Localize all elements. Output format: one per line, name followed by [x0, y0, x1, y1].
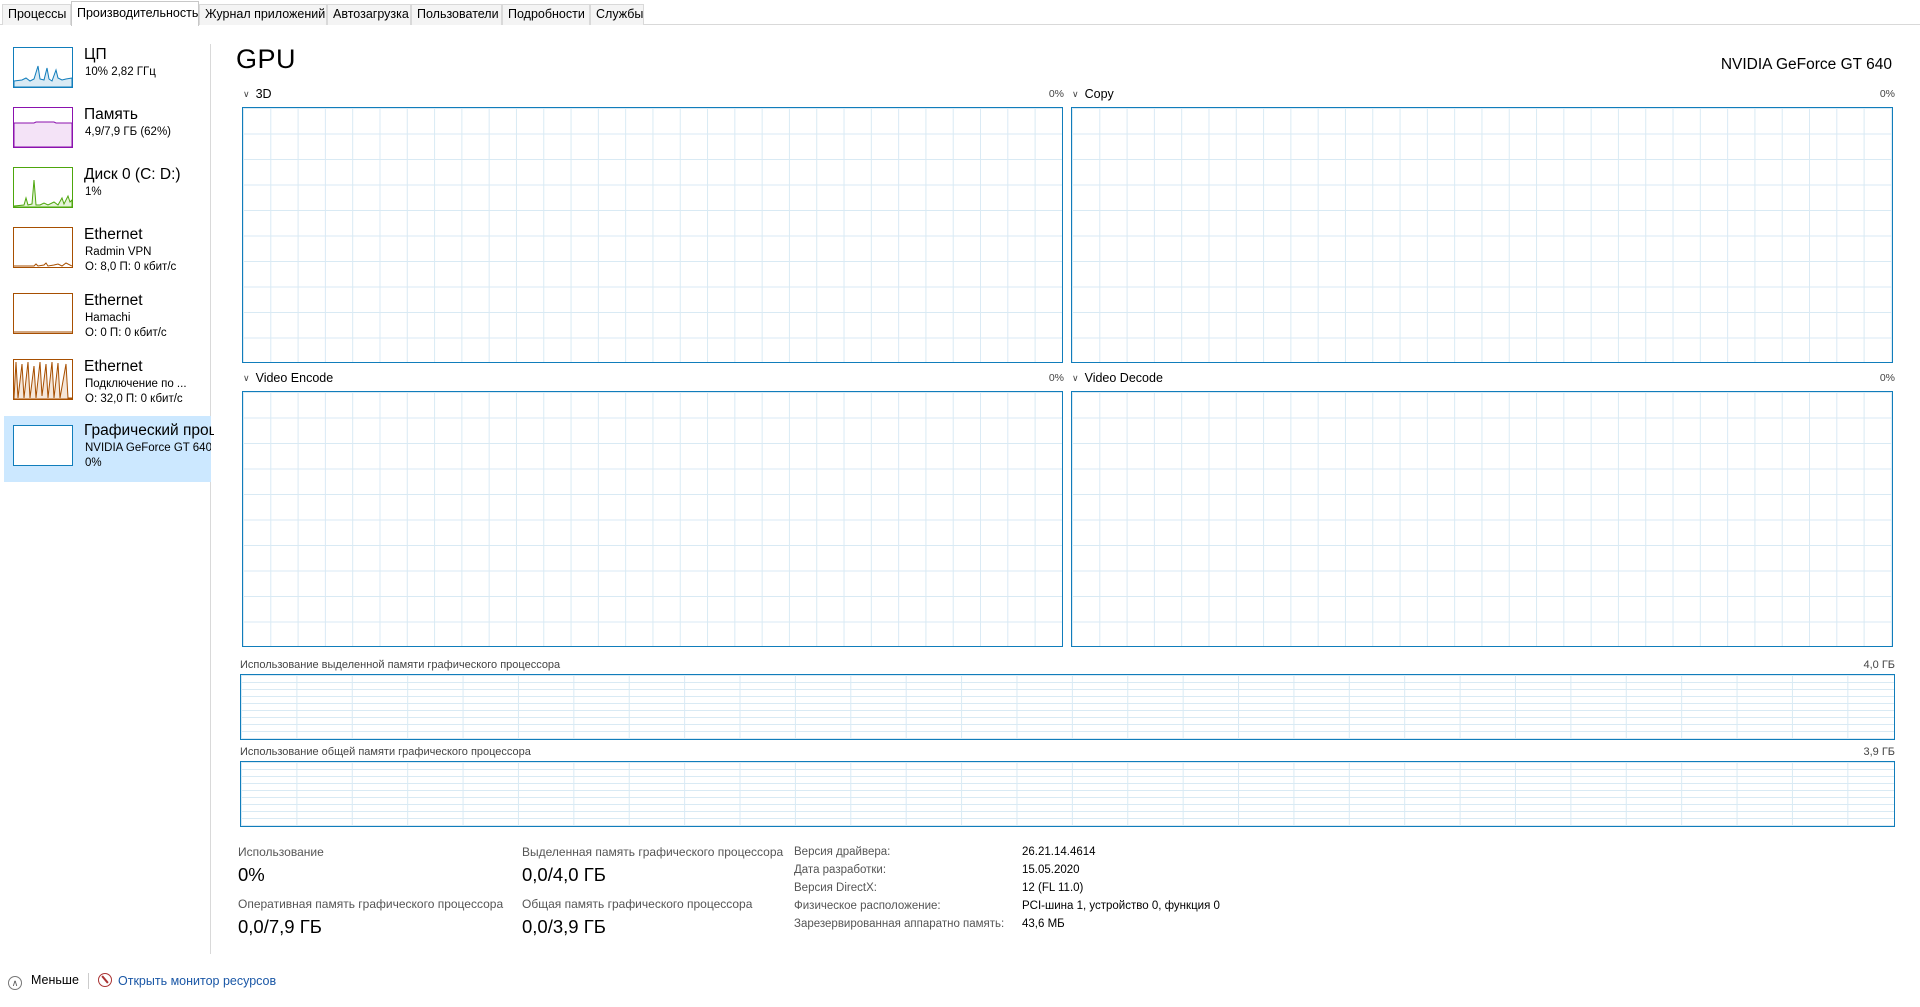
- tab-bar: Процессы Производительность Журнал прило…: [0, 0, 1920, 26]
- gpu-ram-value: 0,0/7,9 ГБ: [238, 916, 322, 937]
- gpu-ram-label: Оперативная память графического процессо…: [238, 897, 504, 911]
- fewer-details-button[interactable]: ∧ Меньше: [8, 973, 79, 990]
- sidebar-item-memory[interactable]: Память 4,9/7,9 ГБ (62%): [4, 104, 211, 164]
- sidebar-item-disk[interactable]: Диск 0 (C: D:) 1%: [4, 164, 211, 224]
- driver-date-label: Дата разработки:: [794, 864, 887, 876]
- resource-monitor-label: Открыть монитор ресурсов: [118, 974, 277, 988]
- cpu-graph-thumbnail: [13, 47, 73, 88]
- sidebar-item-adapter: Подключение по ...: [85, 378, 187, 390]
- sidebar-item-title: Ethernet: [84, 292, 143, 309]
- sidebar-item-detail: 1%: [85, 186, 102, 198]
- chevron-up-icon: ∧: [8, 976, 22, 990]
- driver-version-label: Версия драйвера:: [794, 846, 891, 858]
- tab-app-history[interactable]: Журнал приложений: [199, 4, 327, 25]
- page-title: GPU: [236, 44, 297, 74]
- sidebar-item-throughput: О: 32,0 П: 0 кбит/с: [85, 393, 183, 405]
- tab-services[interactable]: Службы: [590, 4, 644, 25]
- sidebar-item-throughput: О: 8,0 П: 0 кбит/с: [85, 261, 177, 273]
- sidebar-item-title: ЦП: [84, 46, 107, 63]
- physical-location-value: PCI-шина 1, устройство 0, функция 0: [1022, 900, 1220, 912]
- ethernet-graph-thumbnail: [13, 359, 73, 400]
- footer-divider: [88, 973, 89, 989]
- chevron-down-icon: ∨: [1072, 373, 1079, 383]
- driver-date-value: 15.05.2020: [1022, 864, 1080, 876]
- gpu-model-name: NVIDIA GeForce GT 640: [1720, 56, 1892, 73]
- engine-percent: 0%: [1048, 372, 1064, 384]
- tab-processes[interactable]: Процессы: [2, 4, 71, 25]
- ethernet-graph-thumbnail: [13, 227, 73, 268]
- directx-version-label: Версия DirectX:: [794, 882, 877, 894]
- sidebar-item-cpu[interactable]: ЦП 10% 2,82 ГГц: [4, 44, 211, 104]
- chevron-down-icon: ∨: [1072, 89, 1079, 99]
- engine-graph-video-decode: [1071, 391, 1893, 647]
- engine-percent: 0%: [1879, 372, 1895, 384]
- gpu-graph-thumbnail: [13, 425, 73, 466]
- engine-graph-copy: [1071, 107, 1893, 363]
- engine-percent: 0%: [1879, 88, 1895, 100]
- shared-memory-graph: [240, 761, 1895, 827]
- sidebar-item-adapter: Hamachi: [85, 312, 131, 324]
- sidebar-item-title: Память: [84, 106, 138, 123]
- reserved-memory-label: Зарезервированная аппаратно память:: [794, 918, 1005, 930]
- engine-label: Copy: [1084, 87, 1114, 101]
- open-resource-monitor-link[interactable]: Открыть монитор ресурсов: [98, 973, 276, 988]
- ethernet-graph-thumbnail: [13, 293, 73, 334]
- chevron-down-icon: ∨: [243, 373, 250, 383]
- sidebar-item-detail: 4,9/7,9 ГБ (62%): [85, 126, 172, 138]
- resource-sidebar: ЦП 10% 2,82 ГГц Память 4,9/7,9 ГБ (62%) …: [0, 44, 214, 954]
- dedicated-memory-max: 4,0 ГБ: [1863, 659, 1895, 671]
- sidebar-item-ethernet-local[interactable]: Ethernet Подключение по ... О: 32,0 П: 0…: [4, 356, 211, 416]
- tab-performance[interactable]: Производительность: [71, 1, 199, 26]
- driver-version-value: 26.21.14.4614: [1022, 846, 1096, 858]
- shared-memory-stat-label: Общая память графического процессора: [522, 897, 753, 911]
- resource-monitor-icon: [98, 973, 112, 987]
- physical-location-label: Физическое расположение:: [794, 900, 941, 912]
- sidebar-item-title: Диск 0 (C: D:): [84, 166, 181, 183]
- dedicated-memory-label: Использование выделенной памяти графичес…: [240, 659, 561, 671]
- sidebar-item-title: Ethernet: [84, 226, 143, 243]
- engine-label: Video Encode: [255, 371, 334, 385]
- engine-selector-video-encode[interactable]: ∨ Video Encode: [243, 371, 333, 385]
- engine-selector-3d[interactable]: ∨ 3D: [243, 87, 272, 101]
- dedicated-memory-stat-label: Выделенная память графического процессор…: [522, 845, 784, 859]
- usage-value: 0%: [238, 864, 265, 885]
- sidebar-item-ethernet-radmin[interactable]: Ethernet Radmin VPN О: 8,0 П: 0 кбит/с: [4, 224, 211, 284]
- fewer-details-label: Меньше: [31, 973, 79, 987]
- shared-memory-label: Использование общей памяти графического …: [240, 746, 531, 758]
- usage-label: Использование: [238, 845, 324, 859]
- shared-memory-max: 3,9 ГБ: [1863, 746, 1895, 758]
- engine-percent: 0%: [1048, 88, 1064, 100]
- disk-graph-thumbnail: [13, 167, 73, 208]
- sidebar-item-gpu[interactable]: Графический процессор 0 NVIDIA GeForce G…: [4, 416, 214, 482]
- engine-label: Video Decode: [1084, 371, 1163, 385]
- engine-selector-video-decode[interactable]: ∨ Video Decode: [1072, 371, 1163, 385]
- engine-graph-3d: [242, 107, 1063, 363]
- dedicated-memory-graph: [240, 674, 1895, 740]
- tab-startup[interactable]: Автозагрузка: [327, 4, 411, 25]
- sidebar-item-detail: 10% 2,82 ГГц: [85, 66, 156, 78]
- sidebar-item-detail: NVIDIA GeForce GT 640: [85, 442, 211, 454]
- dedicated-memory-stat-value: 0,0/4,0 ГБ: [522, 864, 606, 885]
- directx-version-value: 12 (FL 11.0): [1022, 882, 1084, 894]
- sidebar-item-usage: 0%: [85, 457, 102, 469]
- engine-label: 3D: [255, 87, 272, 101]
- engine-graph-video-encode: [242, 391, 1063, 647]
- memory-graph-thumbnail: [13, 107, 73, 148]
- sidebar-item-adapter: Radmin VPN: [85, 246, 152, 258]
- sidebar-item-ethernet-hamachi[interactable]: Ethernet Hamachi О: 0 П: 0 кбит/с: [4, 290, 211, 350]
- sidebar-item-title: Графический процессор 0: [84, 422, 214, 439]
- sidebar-item-title: Ethernet: [84, 358, 143, 375]
- reserved-memory-value: 43,6 МБ: [1022, 918, 1065, 930]
- engine-selector-copy[interactable]: ∨ Copy: [1072, 87, 1114, 101]
- tab-details[interactable]: Подробности: [502, 4, 590, 25]
- tab-users[interactable]: Пользователи: [411, 4, 502, 25]
- shared-memory-stat-value: 0,0/3,9 ГБ: [522, 916, 606, 937]
- sidebar-item-throughput: О: 0 П: 0 кбит/с: [85, 327, 167, 339]
- chevron-down-icon: ∨: [243, 89, 250, 99]
